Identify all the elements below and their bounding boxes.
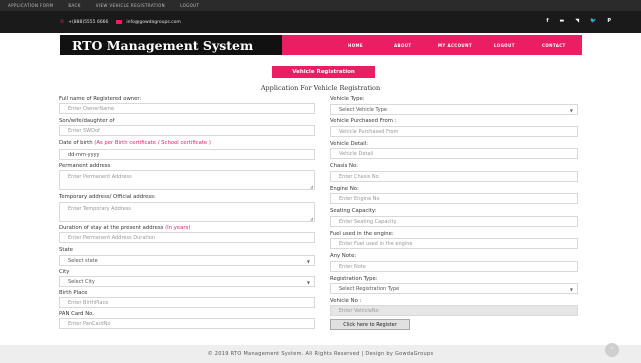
main-menu: HOME ABOUT MY ACCOUNT LOGOUT CONTACT bbox=[282, 35, 582, 55]
pinterest-icon[interactable]: P bbox=[607, 18, 611, 24]
pan-input[interactable]: Enter PanCardNo bbox=[59, 318, 315, 329]
permanent-address-label: Permanent address bbox=[59, 163, 111, 169]
youtube-icon[interactable]: ▬ bbox=[560, 18, 565, 24]
registration-type-label: Registration Type: bbox=[330, 276, 378, 282]
vehicle-no-label: Vehicle No : bbox=[330, 298, 362, 304]
relation-label: Son/wife/daughter of bbox=[59, 118, 115, 124]
vehicle-type-select[interactable]: Select Vehicle Type ▼ bbox=[330, 104, 578, 115]
facebook-icon[interactable]: f bbox=[546, 18, 548, 24]
purchased-from-label: Vehicle Purchased From : bbox=[330, 118, 397, 124]
topnav-view-vehicle-registration[interactable]: VIEW VEHICLE REGISTRATION bbox=[96, 3, 165, 8]
engine-label: Engine No: bbox=[330, 186, 359, 192]
registration-type-selected: Select Registration Type bbox=[339, 285, 400, 292]
vehicle-no-input[interactable]: Enter VehicleNo bbox=[330, 305, 578, 316]
state-select[interactable]: Select state ▼ bbox=[59, 255, 315, 266]
state-selected: Select state bbox=[68, 257, 98, 264]
caret-down-icon: ▼ bbox=[569, 108, 573, 113]
engine-input[interactable]: Enter Engine No bbox=[330, 193, 578, 204]
birth-place-label: Birth Place bbox=[59, 290, 88, 296]
owner-name-input[interactable]: Enter OwnerName bbox=[59, 103, 315, 114]
caret-down-icon: ▼ bbox=[306, 280, 310, 285]
topnav-logout[interactable]: LOGOUT bbox=[180, 3, 199, 8]
duration-label-text: Duration of stay at the present address bbox=[59, 225, 164, 231]
fuel-label: Fuel used in the engine: bbox=[330, 231, 394, 237]
owner-name-label: Full name of Registered owner: bbox=[59, 96, 142, 102]
contact-bar: ✆ +(888)5555 6666 info@gowdagroups.com f… bbox=[0, 11, 641, 33]
duration-input[interactable]: Enter Permanent Address Duration bbox=[59, 232, 315, 243]
note-label: Any Note: bbox=[330, 253, 357, 259]
duration-hint: (In years) bbox=[165, 225, 191, 231]
resize-grip-icon[interactable]: ◢ bbox=[310, 184, 313, 189]
site-header: RTO Management System HOME ABOUT MY ACCO… bbox=[60, 35, 582, 55]
footer-copyright: © 2019 RTO Management System. All Rights… bbox=[207, 351, 434, 357]
relation-input[interactable]: Enter SWDof bbox=[59, 125, 315, 136]
site-brand[interactable]: RTO Management System bbox=[60, 35, 282, 55]
registration-type-select[interactable]: Select Registration Type ▼ bbox=[330, 283, 578, 294]
caret-down-icon: ▼ bbox=[306, 259, 310, 264]
birth-place-input[interactable]: Enter BirthPlace bbox=[59, 297, 315, 308]
note-input[interactable]: Enter Note bbox=[330, 261, 578, 272]
social-links: f ▬ ◥ 🐦 P bbox=[546, 18, 611, 24]
vehicle-detail-label: Vehicle Detail: bbox=[330, 141, 369, 147]
rss-icon[interactable]: ◥ bbox=[575, 18, 579, 24]
vehicle-registration-button[interactable]: Vehicle Registration bbox=[272, 66, 375, 78]
city-select[interactable]: Select City ▼ bbox=[59, 276, 315, 287]
menu-home[interactable]: HOME bbox=[348, 43, 363, 48]
register-button[interactable]: Click here to Register bbox=[330, 319, 410, 330]
topnav-application-form[interactable]: APPLICATION FORM bbox=[8, 3, 53, 8]
fuel-input[interactable]: Enter Fuel used in the engine bbox=[330, 238, 578, 249]
city-selected: Select City bbox=[68, 278, 95, 285]
chevron-up-icon[interactable]: ˄ bbox=[605, 343, 619, 357]
menu-contact[interactable]: CONTACT bbox=[542, 43, 566, 48]
menu-my-account[interactable]: MY ACCOUNT bbox=[438, 43, 472, 48]
menu-logout[interactable]: LOGOUT bbox=[494, 43, 515, 48]
permanent-address-input[interactable]: Enter Permanent Address ◢ bbox=[59, 170, 315, 190]
vehicle-detail-input[interactable]: Vehicle Detail bbox=[330, 148, 578, 159]
mail-icon bbox=[116, 20, 123, 24]
vehicle-type-label: Vehicle Type: bbox=[330, 96, 365, 102]
city-label: City bbox=[59, 269, 70, 275]
site-footer: © 2019 RTO Management System. All Rights… bbox=[0, 345, 641, 363]
dob-label: Date of birth (As per Birth certificate … bbox=[59, 140, 211, 146]
resize-grip-icon[interactable]: ◢ bbox=[310, 216, 313, 221]
seating-input[interactable]: Enter Seating Capacity bbox=[330, 216, 578, 227]
dob-label-text: Date of birth bbox=[59, 140, 93, 146]
temporary-address-input[interactable]: Enter Temporary Address ◢ bbox=[59, 202, 315, 222]
pan-label: PAN Card No. bbox=[59, 311, 94, 317]
form-title: Application For Vehicle Registration bbox=[260, 84, 381, 92]
phone-icon: ✆ bbox=[60, 19, 65, 25]
dob-input[interactable]: dd-mm-yyyy bbox=[59, 149, 315, 160]
contact-phone: +(888)5555 6666 bbox=[68, 19, 109, 25]
topnav-back[interactable]: BACK bbox=[68, 3, 80, 8]
purchased-from-input[interactable]: Vehicle Purchased From bbox=[330, 126, 578, 137]
top-nav: APPLICATION FORM BACK VIEW VEHICLE REGIS… bbox=[0, 0, 641, 11]
chasis-label: Chasis No: bbox=[330, 163, 358, 169]
menu-about[interactable]: ABOUT bbox=[394, 43, 412, 48]
chasis-input[interactable]: Enter Chasis No bbox=[330, 171, 578, 182]
duration-label: Duration of stay at the present address … bbox=[59, 225, 190, 231]
twitter-icon[interactable]: 🐦 bbox=[590, 18, 596, 24]
contact-email[interactable]: info@gowdagroups.com bbox=[126, 20, 180, 25]
temporary-address-label: Temporary address/ Official address: bbox=[59, 194, 156, 200]
page: APPLICATION FORM BACK VIEW VEHICLE REGIS… bbox=[0, 0, 641, 363]
caret-down-icon: ▼ bbox=[569, 287, 573, 292]
permanent-address-placeholder: Enter Permanent Address bbox=[68, 174, 132, 180]
state-label: State bbox=[59, 247, 74, 253]
vehicle-type-selected: Select Vehicle Type bbox=[339, 106, 387, 113]
seating-label: Seating Capacity: bbox=[330, 208, 377, 214]
temporary-address-placeholder: Enter Temporary Address bbox=[68, 206, 132, 212]
dob-hint: (As per Birth certificate / School certi… bbox=[94, 140, 211, 146]
